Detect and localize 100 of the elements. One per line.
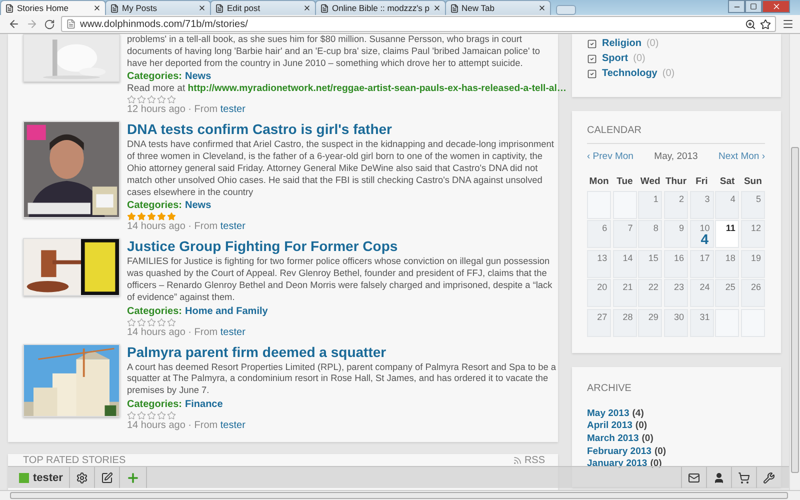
calendar-day[interactable]: 9	[664, 220, 688, 248]
rating-star-icon[interactable]	[157, 410, 166, 420]
user-button[interactable]: tester	[19, 472, 63, 484]
rating-star-icon[interactable]	[137, 410, 146, 420]
calendar-day[interactable]: 26	[740, 279, 765, 307]
category-link[interactable]: News	[185, 200, 212, 212]
calendar-day[interactable]: 16	[664, 250, 688, 278]
calendar-day[interactable]: 4	[715, 190, 740, 218]
calendar-day[interactable]: 20	[587, 279, 612, 307]
calendar-day[interactable]: 8	[638, 220, 662, 248]
post-count-link[interactable]: 4	[700, 233, 709, 246]
rating-star-icon[interactable]	[167, 318, 176, 327]
calendar-day[interactable]: 1	[638, 190, 662, 218]
browser-tab[interactable]: Stories Home	[0, 0, 106, 15]
author-link[interactable]: tester	[220, 221, 246, 232]
calendar-day[interactable]: 10 4	[690, 220, 714, 248]
calendar-day[interactable]: 14	[612, 250, 637, 278]
address-field[interactable]: www.dolphinmods.com/71b/m/stories/	[61, 16, 776, 32]
back-icon[interactable]	[8, 18, 20, 30]
next-month-link[interactable]: Next Mon ›	[718, 151, 765, 162]
user-icon[interactable]	[713, 472, 725, 484]
calendar-day[interactable]: 5	[740, 190, 765, 218]
close-icon[interactable]	[198, 4, 206, 12]
calendar-day[interactable]: 19	[740, 250, 765, 278]
prev-month-link[interactable]: ‹ Prev Mon	[587, 151, 634, 162]
story-title[interactable]: DNA tests confirm Castro is girl's father	[127, 121, 392, 138]
calendar-day[interactable]: 13	[587, 250, 612, 278]
close-icon[interactable]	[303, 4, 311, 12]
close-icon[interactable]	[538, 4, 546, 12]
archive-link[interactable]: February 2013	[587, 446, 652, 458]
calendar-day[interactable]: 30	[664, 308, 688, 336]
rating-star-icon[interactable]	[137, 212, 146, 222]
calendar-day[interactable]: 21	[612, 279, 637, 307]
calendar-day[interactable]: 11	[715, 220, 740, 248]
author-link[interactable]: tester	[220, 326, 246, 338]
minimize-button[interactable]	[728, 0, 745, 13]
reload-icon[interactable]	[44, 18, 55, 30]
archive-link[interactable]: March 2013	[587, 432, 639, 446]
browser-tab[interactable]: New Tab	[444, 0, 551, 15]
rating-star-icon[interactable]	[147, 318, 156, 327]
rating-star-icon[interactable]	[147, 212, 156, 222]
horizontal-scrollbar[interactable]	[0, 490, 800, 500]
calendar-day[interactable]: 12	[740, 220, 765, 248]
browser-tab[interactable]: Edit post	[210, 0, 316, 15]
rating-star-icon[interactable]	[127, 212, 136, 222]
rss-link[interactable]: RSS	[513, 454, 545, 466]
rating-star-icon[interactable]	[137, 95, 146, 104]
calendar-day[interactable]: 27	[587, 308, 612, 336]
vertical-scrollbar[interactable]	[789, 34, 800, 490]
rating-star-icon[interactable]	[147, 410, 156, 420]
rating-star-icon[interactable]	[167, 212, 176, 222]
calendar-day[interactable]: 28	[612, 308, 637, 336]
plus-icon[interactable]	[126, 470, 140, 484]
rating-star-icon[interactable]	[157, 212, 166, 222]
rating-star-icon[interactable]	[147, 95, 156, 104]
forward-icon[interactable]	[26, 18, 38, 30]
close-button[interactable]	[762, 0, 790, 13]
calendar-day[interactable]: 25	[715, 279, 740, 307]
close-icon[interactable]	[432, 4, 441, 12]
rating-star-icon[interactable]	[127, 95, 136, 104]
settings-icon[interactable]	[76, 472, 88, 484]
calendar-day[interactable]: 6	[587, 220, 612, 248]
browser-tab[interactable]: Online Bible :: modzzz's p	[315, 0, 446, 15]
category-link[interactable]: Religion	[602, 38, 642, 49]
calendar-day[interactable]: 17	[690, 250, 714, 278]
category-link[interactable]: Finance	[185, 398, 223, 411]
rating-star-icon[interactable]	[167, 410, 176, 420]
calendar-day[interactable]: 24	[690, 279, 714, 307]
story-title[interactable]: Palmyra parent firm deemed a squatter	[127, 344, 386, 360]
category-link[interactable]: Sport	[602, 53, 628, 64]
cart-icon[interactable]	[738, 472, 750, 484]
category-link[interactable]: News	[185, 71, 212, 84]
rating-star-icon[interactable]	[157, 318, 166, 327]
close-icon[interactable]	[93, 4, 101, 12]
read-more-link[interactable]: http://www.myradionetwork.net/reggae-artist-sean-pauls-ex-has-released-a-tell-al…	[188, 83, 566, 94]
archive-link[interactable]: May 2013	[587, 408, 630, 420]
rating-star-icon[interactable]	[137, 318, 146, 327]
calendar-day[interactable]: 29	[638, 308, 662, 336]
maximize-button[interactable]	[745, 0, 762, 13]
calendar-day[interactable]: 2	[664, 190, 688, 218]
rating-star-icon[interactable]	[157, 95, 166, 104]
calendar-day[interactable]: 7	[612, 220, 637, 248]
archive-link[interactable]: April 2013	[587, 420, 632, 433]
rating-star-icon[interactable]	[127, 410, 136, 420]
browser-tab[interactable]: My Posts	[105, 0, 211, 15]
mail-icon[interactable]	[688, 472, 700, 484]
author-link[interactable]: tester	[220, 104, 246, 116]
menu-icon[interactable]	[782, 18, 794, 30]
rating-star-icon[interactable]	[127, 318, 136, 327]
bookmark-star-icon[interactable]	[760, 18, 771, 30]
calendar-day[interactable]: 18	[715, 250, 740, 278]
author-link[interactable]: tester	[220, 420, 246, 431]
edit-icon[interactable]	[100, 472, 113, 484]
archive-link[interactable]: January 2013	[587, 458, 648, 472]
category-link[interactable]: Technology	[602, 68, 658, 79]
calendar-day[interactable]: 31	[690, 308, 714, 336]
calendar-day[interactable]: 3	[690, 190, 714, 218]
story-title[interactable]: Justice Group Fighting For Former Cops	[127, 238, 398, 254]
calendar-day[interactable]: 22	[638, 279, 662, 307]
category-link[interactable]: Home and Family	[185, 306, 268, 318]
